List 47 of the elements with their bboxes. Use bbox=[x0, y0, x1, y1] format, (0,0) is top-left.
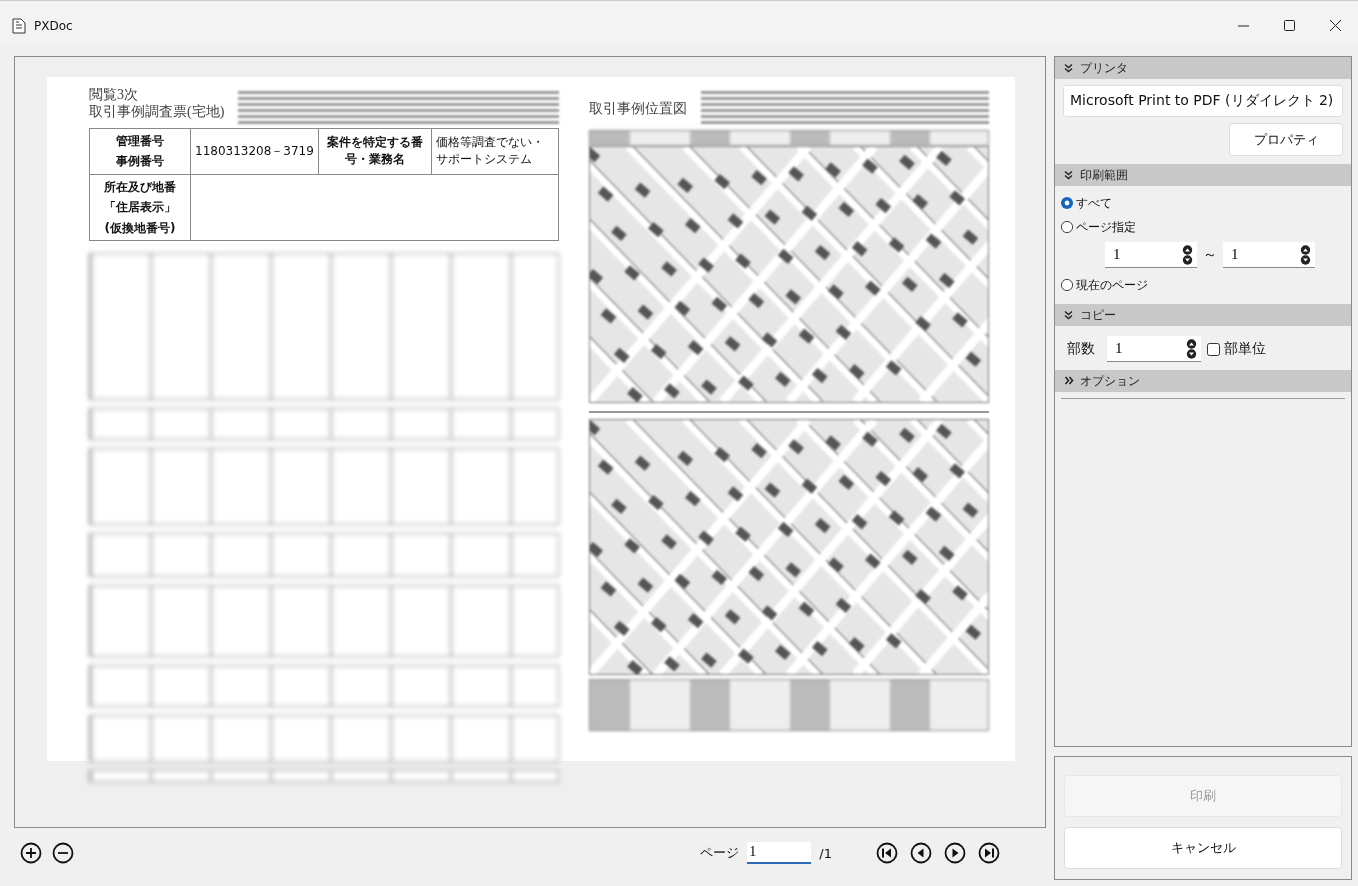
table-cell: 所在及び地番 「住居表示」 (仮換地番号) bbox=[89, 174, 191, 241]
zoom-in-icon[interactable] bbox=[20, 842, 42, 864]
previous-page-icon[interactable] bbox=[910, 842, 932, 864]
section-header[interactable]: コピー bbox=[1055, 304, 1351, 326]
number-spin-field[interactable]: 1 bbox=[1105, 242, 1197, 268]
last-page-icon[interactable] bbox=[978, 842, 1000, 864]
radio-option[interactable]: ページ指定 bbox=[1060, 216, 1343, 238]
first-page-icon[interactable] bbox=[876, 842, 898, 864]
document-heading: 取引事例位置図 bbox=[589, 100, 687, 118]
radio-option[interactable]: 現在のページ bbox=[1060, 274, 1343, 296]
spin-arrows-icon[interactable] bbox=[1186, 338, 1197, 359]
number-spin-field[interactable]: 1 bbox=[1223, 242, 1315, 268]
page-total: /1 bbox=[819, 845, 832, 861]
chevron-down-icon bbox=[1064, 310, 1074, 320]
table-cell: 1180313208－3719 bbox=[190, 128, 319, 175]
maximize-icon bbox=[1283, 20, 1295, 31]
section-header[interactable]: 印刷範囲 bbox=[1055, 164, 1351, 186]
chevron-right-icon bbox=[1064, 376, 1074, 386]
number-input[interactable]: 1 bbox=[1231, 246, 1300, 263]
chevron-down-icon bbox=[1064, 63, 1074, 73]
number-input[interactable]: 1 bbox=[1115, 340, 1186, 357]
copies-label: 部数 bbox=[1067, 340, 1095, 358]
window-title: PXDoc bbox=[34, 18, 74, 33]
table-cell: 価格等調査でない・サポートシステム bbox=[431, 128, 559, 175]
spin-arrows-icon[interactable] bbox=[1300, 244, 1311, 265]
next-page-icon[interactable] bbox=[944, 842, 966, 864]
properties-button[interactable]: プロパティ bbox=[1229, 123, 1343, 156]
close-icon bbox=[1329, 20, 1341, 31]
section-header[interactable]: プリンタ bbox=[1055, 57, 1351, 79]
spin-arrows-icon[interactable] bbox=[1182, 244, 1193, 265]
zoom-out-icon[interactable] bbox=[52, 842, 74, 864]
printer-dropdown[interactable]: Microsoft Print to PDF (リダイレクト 2) bbox=[1063, 85, 1343, 117]
section-header[interactable]: オプション bbox=[1055, 370, 1351, 392]
collate-checkbox[interactable]: 部単位 bbox=[1207, 340, 1266, 358]
table-cell: 案件を特定する番号・業務名 bbox=[318, 128, 432, 175]
chevron-down-icon bbox=[1064, 170, 1074, 180]
cancel-button[interactable]: キャンセル bbox=[1064, 827, 1342, 869]
document-icon bbox=[12, 17, 26, 34]
number-input[interactable]: 1 bbox=[1113, 246, 1182, 263]
range-separator: ～ bbox=[1203, 246, 1217, 264]
minimize-icon bbox=[1237, 24, 1249, 27]
table-cell: 管理番号 事例番号 bbox=[89, 128, 191, 175]
page-number-field[interactable]: 1 bbox=[747, 842, 812, 864]
number-spin-field[interactable]: 1 bbox=[1107, 336, 1201, 362]
document-heading: 閲覧3次 取引事例調査票(宅地) bbox=[89, 87, 225, 121]
page-label: ページ bbox=[700, 844, 740, 862]
radio-option[interactable]: すべて bbox=[1060, 192, 1343, 214]
